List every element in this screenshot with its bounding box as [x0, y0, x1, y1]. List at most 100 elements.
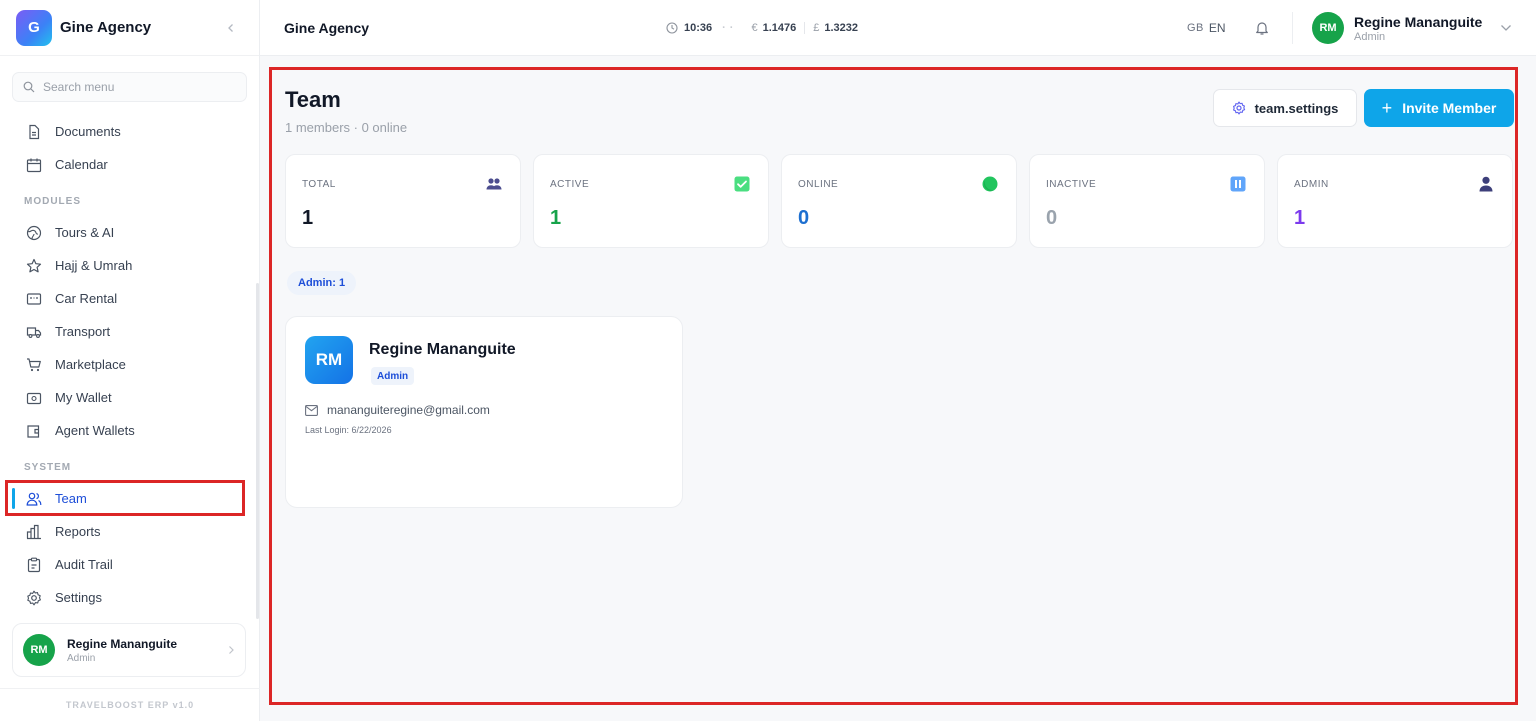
search-icon	[23, 81, 35, 93]
member-card[interactable]: RM Regine Mananguite Admin mananguitereg…	[285, 316, 683, 508]
member-last-login: Last Login: 6/22/2026	[305, 425, 392, 435]
member-email-row: mananguiteregine@gmail.com	[305, 403, 490, 417]
avatar: RM	[305, 336, 353, 384]
collapse-sidebar-button[interactable]	[219, 20, 243, 36]
car-icon	[26, 291, 42, 307]
chevron-down-icon	[1500, 19, 1512, 37]
stat-value: 0	[798, 207, 810, 229]
top-header: Gine Agency 10:36 ·· € 1.1476 £ 1.3232 G…	[260, 0, 1536, 56]
sidebar-item-car-rental[interactable]: Car Rental	[0, 282, 256, 315]
wallet-icon	[26, 390, 42, 406]
mail-icon	[305, 404, 318, 416]
sidebar-item-label: Calendar	[55, 157, 108, 172]
header-time: 10:36	[684, 22, 713, 34]
page-subtitle: 1 members · 0 online	[285, 120, 408, 135]
sidebar-item-transport[interactable]: Transport	[0, 315, 256, 348]
ticker-separator: ··	[722, 22, 738, 34]
cart-icon	[26, 357, 42, 373]
stat-value: 1	[1294, 207, 1306, 229]
brand-bar: G Gine Agency	[0, 0, 259, 56]
sidebar-item-my-wallet[interactable]: My Wallet	[0, 381, 256, 414]
sidebar-item-calendar[interactable]: Calendar	[0, 148, 256, 181]
sidebar-item-label: My Wallet	[55, 390, 112, 405]
stat-card-online: ONLINE 0	[781, 154, 1017, 248]
plus-icon: +	[1381, 97, 1393, 118]
sidebar-user-role: Admin	[67, 652, 96, 664]
sidebar-item-documents[interactable]: Documents	[0, 115, 256, 148]
stat-card-admin: ADMIN 1	[1277, 154, 1513, 248]
brand-logo[interactable]: G	[16, 9, 52, 46]
sidebar-item-label: Settings	[55, 590, 102, 605]
page-title: Team	[285, 87, 341, 112]
sidebar: G Gine Agency Documents Calendar MODULES…	[0, 0, 260, 721]
sidebar-item-tours-ai[interactable]: Tours & AI	[0, 216, 256, 249]
sidebar-item-label: Car Rental	[55, 291, 118, 306]
sidebar-item-reports[interactable]: Reports	[0, 515, 256, 548]
clipboard-icon	[26, 557, 42, 573]
flag-icon: GB	[1187, 22, 1204, 34]
truck-icon	[26, 324, 42, 340]
sidebar-item-label: Agent Wallets	[55, 423, 135, 438]
notifications-button[interactable]	[1252, 18, 1272, 38]
sidebar-item-marketplace[interactable]: Marketplace	[0, 348, 256, 381]
person-icon	[1478, 176, 1494, 192]
gbp-symbol: £	[813, 22, 820, 34]
language-selector[interactable]: GB EN	[1187, 0, 1226, 56]
sidebar-item-label: Audit Trail	[55, 557, 113, 572]
sidebar-item-settings[interactable]: Settings	[0, 581, 256, 614]
calendar-icon	[26, 157, 42, 173]
highlight-team-nav	[5, 480, 245, 516]
check-icon	[734, 176, 750, 192]
stat-label: ACTIVE	[550, 179, 590, 190]
wallets-icon	[26, 423, 42, 439]
sidebar-user-name: Regine Mananguite	[67, 636, 178, 651]
stat-label: ONLINE	[798, 179, 839, 190]
stat-label: ADMIN	[1294, 179, 1329, 190]
app-version: TRAVELBOOST ERP v1.0	[0, 688, 260, 721]
header-user-menu[interactable]: RM Regine Mananguite Admin	[1312, 0, 1512, 56]
sidebar-item-label: Tours & AI	[55, 225, 115, 240]
search-menu[interactable]	[12, 72, 247, 102]
member-email: mananguiteregine@gmail.com	[327, 403, 490, 417]
language-code: EN	[1208, 21, 1226, 35]
pause-icon	[1230, 176, 1246, 192]
avatar: RM	[23, 634, 55, 666]
document-icon	[26, 124, 42, 140]
gear-icon	[26, 590, 42, 606]
header-divider	[1292, 12, 1293, 44]
sidebar-item-label: Reports	[55, 524, 101, 539]
sidebar-user-card[interactable]: RM Regine Mananguite Admin	[12, 623, 246, 677]
invite-member-button[interactable]: + Invite Member	[1364, 89, 1514, 127]
brand-name: Gine Agency	[60, 19, 152, 36]
stat-card-active: ACTIVE 1	[533, 154, 769, 248]
stat-card-total: TOTAL 1	[285, 154, 521, 248]
stat-label: TOTAL	[302, 179, 336, 190]
search-menu-input[interactable]	[43, 80, 223, 94]
stat-label: INACTIVE	[1046, 179, 1097, 190]
bell-icon	[1256, 22, 1268, 35]
sidebar-item-hajj-umrah[interactable]: Hajj & Umrah	[0, 249, 256, 282]
chevron-right-icon	[227, 643, 235, 658]
sidebar-item-label: Documents	[55, 124, 121, 139]
stats-row: TOTAL 1 ACTIVE 1 ONLINE 0 INACTIVE 0 ADM…	[285, 154, 1513, 248]
sidebar-scrollbar[interactable]	[256, 283, 259, 619]
stat-value: 1	[302, 207, 314, 229]
clock-icon	[666, 22, 678, 34]
header-user-role: Admin	[1354, 30, 1386, 43]
member-name: Regine Mananguite	[369, 341, 516, 358]
stat-value: 0	[1046, 207, 1058, 229]
gear-icon	[1232, 101, 1245, 115]
team-settings-button[interactable]: team.settings	[1213, 89, 1357, 127]
sidebar-item-agent-wallets[interactable]: Agent Wallets	[0, 414, 256, 447]
sidebar-item-audit-trail[interactable]: Audit Trail	[0, 548, 256, 581]
sidebar-item-label: Marketplace	[55, 357, 126, 372]
sidebar-item-label: Hajj & Umrah	[55, 258, 133, 273]
stat-card-inactive: INACTIVE 0	[1029, 154, 1265, 248]
stat-value: 1	[550, 207, 562, 229]
users-icon	[486, 176, 502, 192]
eur-rate: 1.1476	[762, 22, 797, 34]
bar-chart-icon	[26, 524, 42, 540]
role-badge: Admin	[371, 367, 415, 385]
rate-divider	[804, 22, 806, 34]
role-filter-admin[interactable]: Admin: 1	[287, 271, 357, 295]
